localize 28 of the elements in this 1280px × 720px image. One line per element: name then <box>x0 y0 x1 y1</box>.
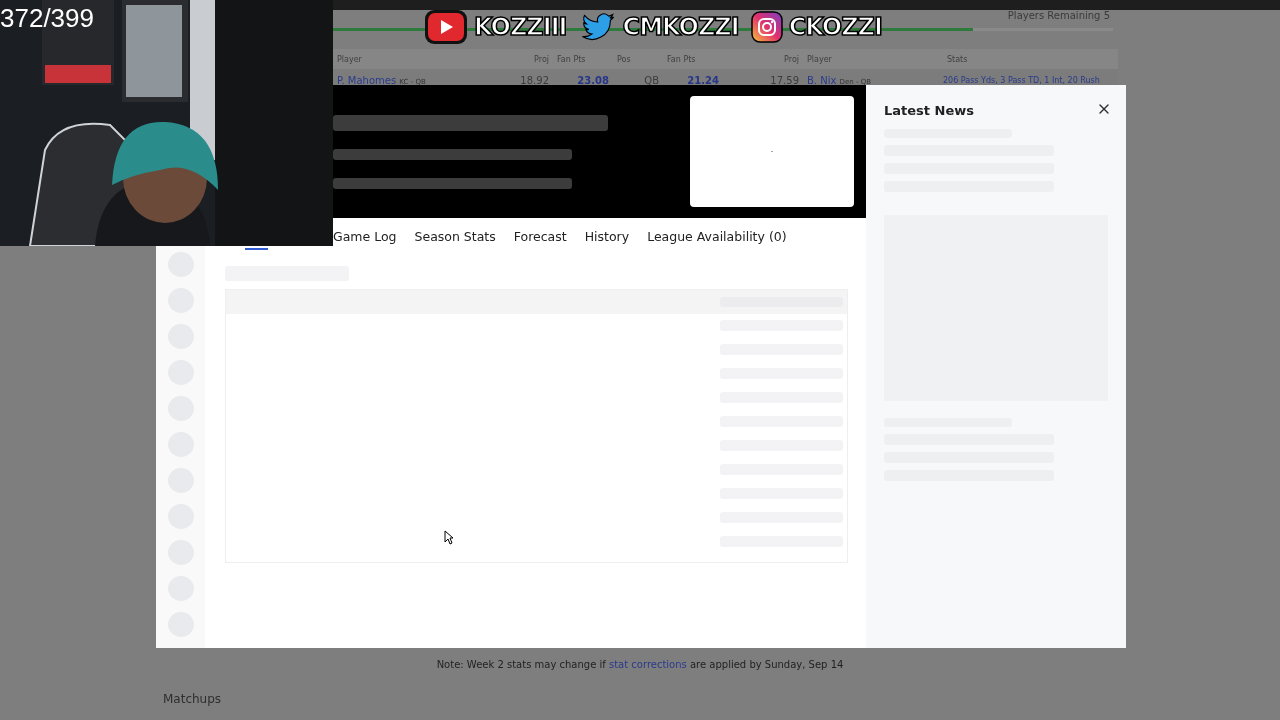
table-cell-text: 17.59 <box>769 74 800 86</box>
column-header: Stats <box>946 54 969 64</box>
tab[interactable]: History <box>584 226 630 246</box>
column-header: Pos <box>616 54 632 64</box>
section-title: Matchups <box>163 692 222 706</box>
table-cell-text: 23.08 <box>576 74 610 86</box>
players-remaining: Players Remaining 5 <box>1007 10 1110 23</box>
column-header: Fan Pts <box>666 54 697 64</box>
stats-text: 206 Pass Yds, 3 Pass TD, 1 Int, 20 Rush <box>943 75 1101 85</box>
column-header: Player <box>336 54 363 64</box>
table-cell-text: 21.24 <box>686 74 720 86</box>
play-icon <box>424 9 468 45</box>
tab[interactable]: Season Stats <box>414 226 496 246</box>
column-header: Proj <box>533 54 550 64</box>
panel-title: Latest News <box>884 103 974 118</box>
camera-icon <box>750 11 783 43</box>
note-text: Note: Week 2 stats may change if stat corrections are applied by Sunday, Sep 14 <box>435 659 845 670</box>
tab[interactable]: League Availability (0) <box>647 226 787 246</box>
column-header: Proj <box>783 54 800 64</box>
tab[interactable]: Forecast <box>513 226 567 246</box>
column-header: Player <box>806 54 833 64</box>
column-header: Fan Pts <box>556 54 587 64</box>
active-tab-indicator <box>245 248 268 250</box>
cursor-icon <box>444 530 454 545</box>
tab[interactable]: Game Log <box>333 226 397 246</box>
table-cell-text: QB <box>643 74 660 86</box>
table-cell-text: 18.92 <box>519 74 550 86</box>
count-text: 372/399 <box>0 3 94 34</box>
